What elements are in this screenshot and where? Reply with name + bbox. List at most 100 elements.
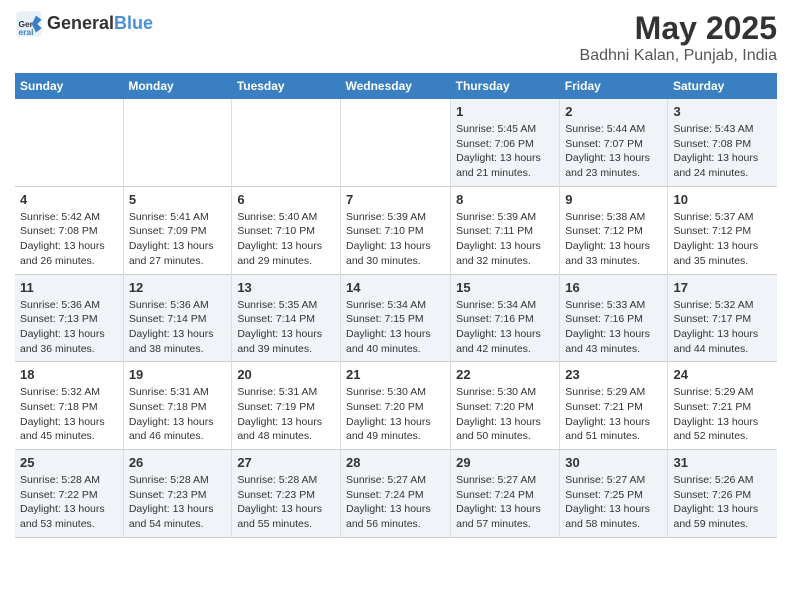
svg-text:eral: eral	[19, 27, 34, 37]
day-number: 8	[456, 192, 554, 207]
col-header-saturday: Saturday	[668, 73, 777, 99]
cell-week1-day2	[123, 99, 231, 186]
cell-week3-day5: 15Sunrise: 5:34 AMSunset: 7:16 PMDayligh…	[451, 274, 560, 362]
month-title: May 2025	[580, 10, 777, 47]
day-info: Sunrise: 5:32 AMSunset: 7:18 PMDaylight:…	[20, 385, 118, 444]
day-number: 11	[20, 280, 118, 295]
week-row-3: 11 Sunrise: 5:36 AMSunset: 7:13 PMDayligh…	[15, 274, 777, 362]
day-number: 31	[673, 455, 772, 470]
cell-week1-day6: 2Sunrise: 5:44 AMSunset: 7:07 PMDaylight…	[560, 99, 668, 186]
day-info: Sunrise: 5:36 AMSunset: 7:14 PMDaylight:…	[129, 298, 226, 357]
cell-week4-day6: 23Sunrise: 5:29 AMSunset: 7:21 PMDayligh…	[560, 362, 668, 450]
cell-week2-day1: 4 Sunrise: 5:42 AMSunset: 7:08 PMDaylight…	[15, 186, 123, 274]
day-number: 6	[237, 192, 335, 207]
cell-week4-day1: 18 Sunrise: 5:32 AMSunset: 7:18 PMDayligh…	[15, 362, 123, 450]
day-info: Sunrise: 5:40 AMSunset: 7:10 PMDaylight:…	[237, 210, 335, 269]
cell-week3-day2: 12 Sunrise: 5:36 AMSunset: 7:14 PMDayligh…	[123, 274, 231, 362]
day-info: Sunrise: 5:41 AMSunset: 7:09 PMDaylight:…	[129, 210, 226, 269]
day-info: Sunrise: 5:28 AMSunset: 7:23 PMDaylight:…	[237, 473, 335, 532]
day-info: Sunrise: 5:27 AMSunset: 7:24 PMDaylight:…	[456, 473, 554, 532]
day-number: 16	[565, 280, 662, 295]
day-info: Sunrise: 5:32 AMSunset: 7:17 PMDaylight:…	[673, 298, 772, 357]
week-row-1: 1 Sunrise: 5:45 AMSunset: 7:06 PMDaylight…	[15, 99, 777, 186]
day-number: 22	[456, 367, 554, 382]
logo-icon: Gen eral	[15, 10, 43, 38]
cell-week5-day2: 26 Sunrise: 5:28 AMSunset: 7:23 PMDayligh…	[123, 450, 231, 538]
cell-week4-day2: 19 Sunrise: 5:31 AMSunset: 7:18 PMDayligh…	[123, 362, 231, 450]
cell-week5-day6: 30 Sunrise: 5:27 AMSunset: 7:25 PMDayligh…	[560, 450, 668, 538]
cell-week2-day7: 10Sunrise: 5:37 AMSunset: 7:12 PMDayligh…	[668, 186, 777, 274]
day-number: 5	[129, 192, 226, 207]
day-number: 27	[237, 455, 335, 470]
day-info: Sunrise: 5:27 AMSunset: 7:24 PMDaylight:…	[346, 473, 445, 532]
day-info: Sunrise: 5:28 AMSunset: 7:23 PMDaylight:…	[129, 473, 226, 532]
col-header-monday: Monday	[123, 73, 231, 99]
cell-week2-day5: 8 Sunrise: 5:39 AMSunset: 7:11 PMDaylight…	[451, 186, 560, 274]
day-number: 13	[237, 280, 335, 295]
day-info: Sunrise: 5:39 AMSunset: 7:11 PMDaylight:…	[456, 210, 554, 269]
day-info: Sunrise: 5:45 AMSunset: 7:06 PMDaylight:…	[456, 122, 554, 181]
cell-week4-day3: 20 Sunrise: 5:31 AMSunset: 7:19 PMDayligh…	[232, 362, 341, 450]
day-number: 26	[129, 455, 226, 470]
day-number: 2	[565, 104, 662, 119]
day-info: Sunrise: 5:36 AMSunset: 7:13 PMDaylight:…	[20, 298, 118, 357]
cell-week5-day7: 31Sunrise: 5:26 AMSunset: 7:26 PMDayligh…	[668, 450, 777, 538]
cell-week4-day5: 22Sunrise: 5:30 AMSunset: 7:20 PMDayligh…	[451, 362, 560, 450]
day-info: Sunrise: 5:38 AMSunset: 7:12 PMDaylight:…	[565, 210, 662, 269]
cell-week3-day1: 11 Sunrise: 5:36 AMSunset: 7:13 PMDayligh…	[15, 274, 123, 362]
day-info: Sunrise: 5:31 AMSunset: 7:19 PMDaylight:…	[237, 385, 335, 444]
title-block: May 2025 Badhni Kalan, Punjab, India	[580, 10, 777, 65]
day-number: 19	[129, 367, 226, 382]
cell-week2-day3: 6 Sunrise: 5:40 AMSunset: 7:10 PMDaylight…	[232, 186, 341, 274]
day-number: 25	[20, 455, 118, 470]
cell-week1-day5: 1 Sunrise: 5:45 AMSunset: 7:06 PMDaylight…	[451, 99, 560, 186]
cell-week3-day4: 14Sunrise: 5:34 AMSunset: 7:15 PMDayligh…	[340, 274, 450, 362]
day-info: Sunrise: 5:33 AMSunset: 7:16 PMDaylight:…	[565, 298, 662, 357]
day-number: 12	[129, 280, 226, 295]
day-number: 24	[673, 367, 772, 382]
day-info: Sunrise: 5:37 AMSunset: 7:12 PMDaylight:…	[673, 210, 772, 269]
day-info: Sunrise: 5:43 AMSunset: 7:08 PMDaylight:…	[673, 122, 772, 181]
day-number: 21	[346, 367, 445, 382]
day-number: 20	[237, 367, 335, 382]
day-info: Sunrise: 5:39 AMSunset: 7:10 PMDaylight:…	[346, 210, 445, 269]
week-row-2: 4 Sunrise: 5:42 AMSunset: 7:08 PMDaylight…	[15, 186, 777, 274]
col-header-tuesday: Tuesday	[232, 73, 341, 99]
logo: Gen eral GeneralBlue	[15, 10, 153, 38]
cell-week4-day7: 24Sunrise: 5:29 AMSunset: 7:21 PMDayligh…	[668, 362, 777, 450]
cell-week5-day1: 25Sunrise: 5:28 AMSunset: 7:22 PMDayligh…	[15, 450, 123, 538]
cell-week2-day6: 9Sunrise: 5:38 AMSunset: 7:12 PMDaylight…	[560, 186, 668, 274]
day-number: 23	[565, 367, 662, 382]
cell-week3-day3: 13 Sunrise: 5:35 AMSunset: 7:14 PMDayligh…	[232, 274, 341, 362]
day-number: 17	[673, 280, 772, 295]
day-number: 7	[346, 192, 445, 207]
day-number: 29	[456, 455, 554, 470]
day-number: 1	[456, 104, 554, 119]
day-info: Sunrise: 5:31 AMSunset: 7:18 PMDaylight:…	[129, 385, 226, 444]
day-info: Sunrise: 5:34 AMSunset: 7:15 PMDaylight:…	[346, 298, 445, 357]
cell-week2-day4: 7 Sunrise: 5:39 AMSunset: 7:10 PMDaylight…	[340, 186, 450, 274]
col-header-wednesday: Wednesday	[340, 73, 450, 99]
cell-week1-day1	[15, 99, 123, 186]
cell-week4-day4: 21 Sunrise: 5:30 AMSunset: 7:20 PMDayligh…	[340, 362, 450, 450]
page-header: Gen eral GeneralBlue May 2025 Badhni Kal…	[15, 10, 777, 65]
day-info: Sunrise: 5:35 AMSunset: 7:14 PMDaylight:…	[237, 298, 335, 357]
cell-week5-day4: 28Sunrise: 5:27 AMSunset: 7:24 PMDayligh…	[340, 450, 450, 538]
day-info: Sunrise: 5:27 AMSunset: 7:25 PMDaylight:…	[565, 473, 662, 532]
cell-week5-day3: 27 Sunrise: 5:28 AMSunset: 7:23 PMDayligh…	[232, 450, 341, 538]
cell-week3-day7: 17 Sunrise: 5:32 AMSunset: 7:17 PMDayligh…	[668, 274, 777, 362]
cell-week3-day6: 16 Sunrise: 5:33 AMSunset: 7:16 PMDayligh…	[560, 274, 668, 362]
week-row-4: 18 Sunrise: 5:32 AMSunset: 7:18 PMDayligh…	[15, 362, 777, 450]
cell-week5-day5: 29 Sunrise: 5:27 AMSunset: 7:24 PMDayligh…	[451, 450, 560, 538]
logo-text: GeneralBlue	[47, 14, 153, 34]
week-row-5: 25Sunrise: 5:28 AMSunset: 7:22 PMDayligh…	[15, 450, 777, 538]
day-number: 18	[20, 367, 118, 382]
cell-week1-day4	[340, 99, 450, 186]
cell-week1-day7: 3 Sunrise: 5:43 AMSunset: 7:08 PMDaylight…	[668, 99, 777, 186]
day-number: 30	[565, 455, 662, 470]
day-number: 4	[20, 192, 118, 207]
day-info: Sunrise: 5:30 AMSunset: 7:20 PMDaylight:…	[346, 385, 445, 444]
col-header-sunday: Sunday	[15, 73, 123, 99]
day-info: Sunrise: 5:42 AMSunset: 7:08 PMDaylight:…	[20, 210, 118, 269]
day-number: 3	[673, 104, 772, 119]
